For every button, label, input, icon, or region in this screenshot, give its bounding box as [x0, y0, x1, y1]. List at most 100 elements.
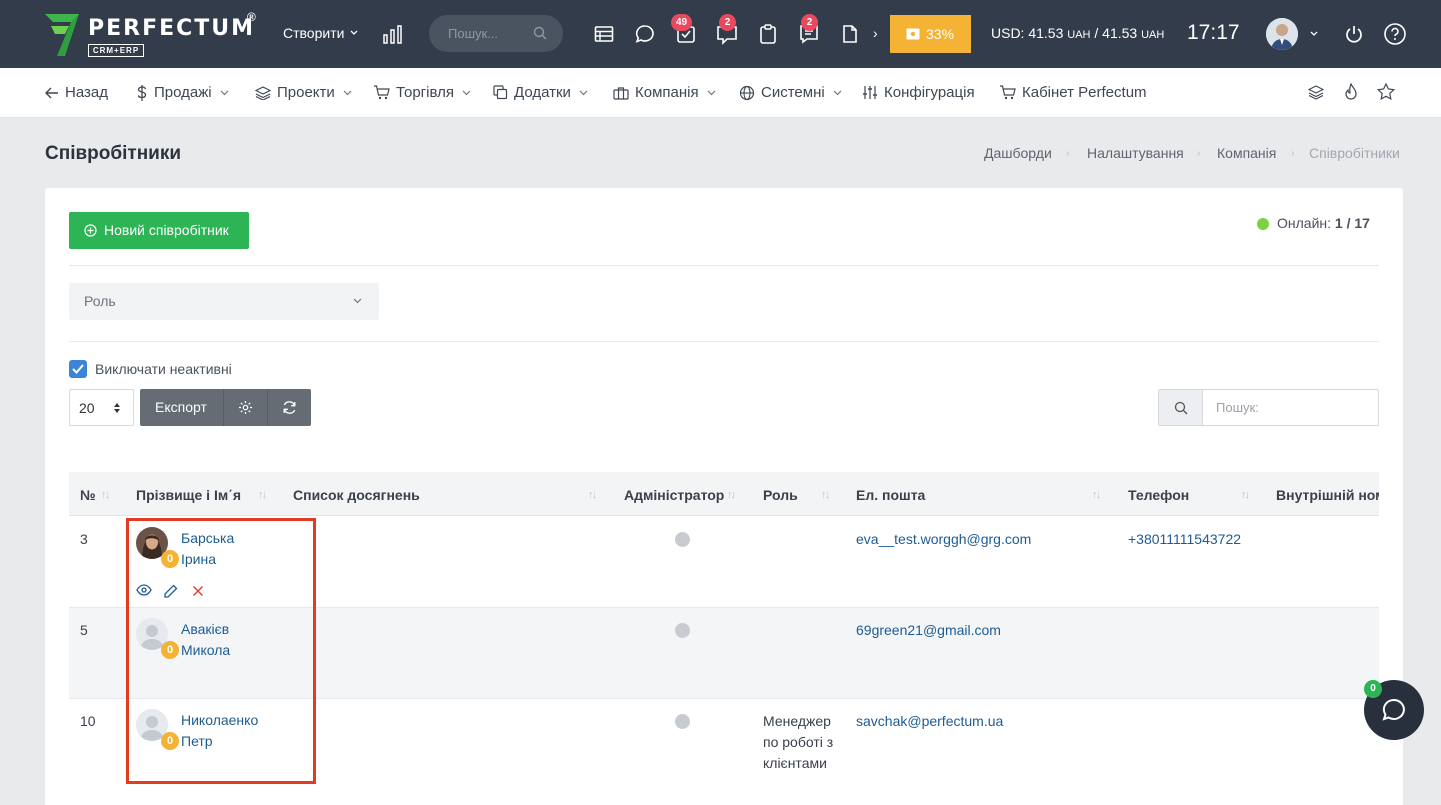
chevron-down-icon: [353, 298, 362, 304]
chevron-down-icon: [220, 90, 229, 95]
nav-cabinet[interactable]: Кабінет Perfectum: [999, 84, 1147, 101]
perfectum-logo-icon[interactable]: [45, 14, 81, 56]
bar-chart-icon[interactable]: [383, 24, 403, 44]
nav-cabinet-label: Кабінет Perfectum: [1022, 84, 1147, 101]
table-settings-button[interactable]: [223, 389, 267, 426]
nav-config-label: Конфігурація: [884, 84, 975, 101]
admin-status-dot: [675, 532, 690, 547]
progress-button[interactable]: 33%: [890, 15, 971, 53]
nav-projects[interactable]: Проекти: [255, 84, 352, 101]
chevron-down-icon: [833, 90, 842, 95]
feedback-badge: 2: [719, 14, 736, 31]
breadcrumb-company[interactable]: Компанія: [1217, 145, 1276, 161]
clipboard-icon[interactable]: [758, 24, 778, 44]
nav-config[interactable]: Конфігурація: [862, 84, 975, 101]
briefcase-icon: [613, 86, 629, 100]
cart-icon: [374, 85, 390, 100]
sort-icon[interactable]: ↑↓: [821, 489, 830, 501]
currency-rate: USD: 41.53 UAH / 41.53 UAH: [991, 25, 1165, 41]
search-placeholder: Пошук...: [448, 26, 499, 41]
nav-company-label: Компанія: [635, 84, 699, 101]
layers-icon[interactable]: [1308, 85, 1324, 101]
per-page-select[interactable]: 20: [69, 389, 134, 426]
page-title: Співробітники: [45, 143, 182, 164]
col-role[interactable]: Роль: [763, 487, 798, 503]
chat-badge: 0: [1364, 680, 1382, 698]
nav-company[interactable]: Компанія: [613, 84, 716, 101]
online-label: Онлайн:: [1277, 215, 1332, 231]
sort-arrows-icon: [114, 403, 120, 413]
more-icons-arrow[interactable]: ›: [873, 25, 878, 41]
cart-icon: [1000, 85, 1016, 100]
money-icon: [906, 28, 920, 40]
nav-trade[interactable]: Торгівля: [373, 84, 471, 101]
admin-status-dot: [675, 714, 690, 729]
user-avatar[interactable]: [1266, 18, 1298, 50]
fire-icon[interactable]: [1343, 83, 1359, 101]
export-button[interactable]: Експорт: [140, 389, 223, 426]
sort-icon[interactable]: ↑↓: [258, 489, 267, 501]
gear-icon: [239, 401, 252, 414]
col-name[interactable]: Прізвище і Ім΄я: [136, 487, 241, 503]
col-phone[interactable]: Телефон: [1128, 487, 1189, 503]
highlight-annotation: [126, 518, 316, 784]
exclude-inactive-label[interactable]: Виключати неактивні: [95, 361, 232, 377]
breadcrumb-separator: ›: [1291, 148, 1295, 159]
row-num: 10: [80, 713, 96, 729]
calendar-table-icon[interactable]: [594, 24, 614, 44]
sort-icon[interactable]: ↑↓: [1241, 489, 1250, 501]
help-icon[interactable]: [1383, 22, 1407, 46]
online-status-dot: [1257, 218, 1269, 230]
create-menu-button[interactable]: Створити: [283, 25, 344, 41]
chevron-down-icon: [707, 90, 716, 95]
chevron-down-icon: [343, 90, 352, 95]
table-search-field[interactable]: Пошук:: [1158, 389, 1379, 426]
chat-bubble-icon: [1382, 698, 1405, 721]
nav-back-label: Назад: [65, 84, 108, 101]
sort-icon[interactable]: ↑↓: [101, 489, 110, 501]
star-icon[interactable]: [1377, 83, 1395, 100]
chevron-down-icon[interactable]: [1310, 31, 1318, 37]
global-search-input[interactable]: Пошук...: [429, 15, 563, 52]
top-bar: PERFECTUM ® CRM+ERP Створити Пошук... 49…: [0, 0, 1441, 68]
chat-icon[interactable]: [635, 24, 655, 44]
notes-badge: 2: [801, 14, 818, 31]
breadcrumb-separator: ›: [1066, 148, 1070, 159]
logo-subtitle: CRM+ERP: [88, 44, 144, 57]
nav-sales[interactable]: Продажі: [136, 84, 229, 101]
email-link[interactable]: 69green21@gmail.com: [856, 622, 1001, 638]
phone-link[interactable]: +38011111543722: [1128, 531, 1241, 547]
new-employee-label: Новий співробітник: [104, 222, 229, 238]
breadcrumb-settings[interactable]: Налаштування: [1087, 145, 1184, 161]
nav-addons[interactable]: Додатки: [493, 84, 588, 101]
exclude-inactive-checkbox[interactable]: [69, 360, 87, 378]
export-label: Експорт: [155, 399, 207, 415]
breadcrumb-dashboards[interactable]: Дашборди: [984, 145, 1052, 161]
copy-icon: [493, 85, 508, 100]
col-num[interactable]: №: [80, 487, 96, 503]
email-link[interactable]: eva__test.worggh@grg.com: [856, 531, 1031, 547]
col-email[interactable]: Ел. пошта: [856, 487, 925, 503]
sort-icon[interactable]: ↑↓: [727, 489, 736, 501]
power-icon[interactable]: [1344, 24, 1364, 44]
globe-icon: [739, 85, 755, 100]
role-filter-select[interactable]: Роль: [69, 283, 379, 320]
nav-back[interactable]: Назад: [45, 84, 108, 101]
col-internal-number[interactable]: Внутрішній ном: [1276, 487, 1379, 503]
sort-icon[interactable]: ↑↓: [1092, 489, 1101, 501]
col-achievements[interactable]: Список досягнень: [293, 487, 420, 503]
nav-addons-label: Додатки: [514, 84, 571, 101]
document-icon[interactable]: [840, 24, 860, 44]
nav-system[interactable]: Системні: [739, 84, 842, 101]
clock: 17:17: [1187, 21, 1240, 44]
main-navbar: Назад Продажі Проекти Торгівля Додатки К…: [0, 68, 1441, 118]
layers-icon: [255, 85, 271, 100]
refresh-button[interactable]: [267, 389, 311, 426]
logo-text: PERFECTUM: [88, 16, 256, 41]
online-count: 1 / 17: [1334, 215, 1370, 231]
divider: [69, 341, 1379, 342]
email-link[interactable]: savchak@perfectum.ua: [856, 713, 1003, 729]
new-employee-button[interactable]: Новий співробітник: [69, 212, 249, 249]
col-admin[interactable]: Адміністратор: [624, 487, 724, 503]
sort-icon[interactable]: ↑↓: [588, 489, 597, 501]
